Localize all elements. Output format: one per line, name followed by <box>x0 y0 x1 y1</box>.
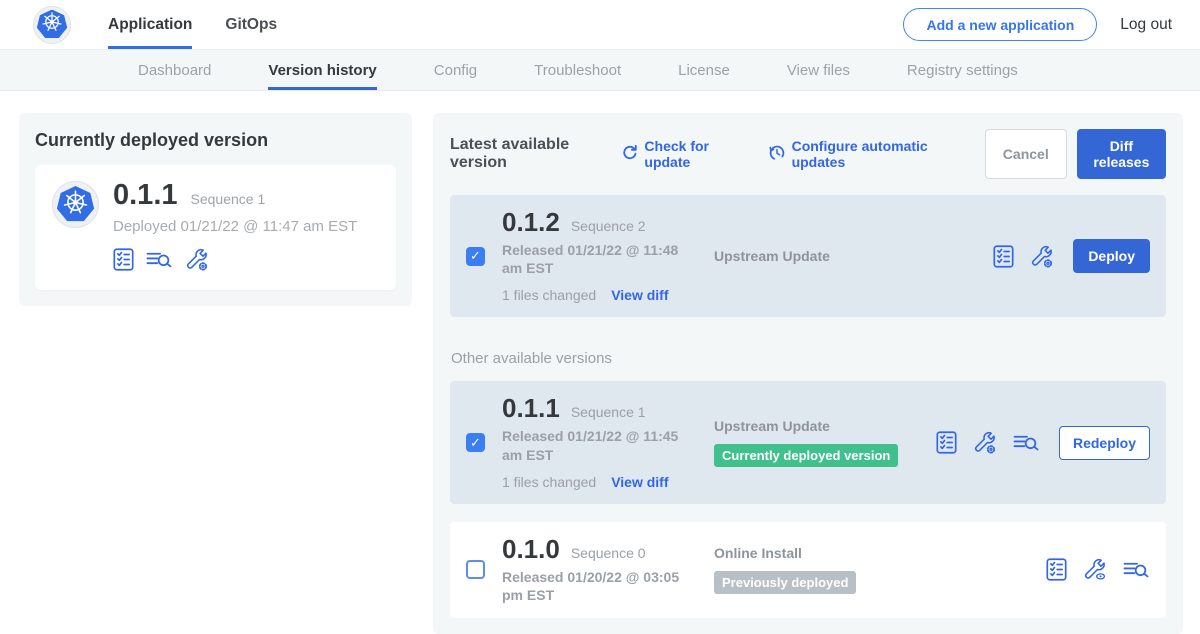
deployed-version-tile: 0.1.1 Sequence 1 Deployed 01/21/22 @ 11:… <box>35 165 396 290</box>
view-diff-link[interactable]: View diff <box>611 474 668 490</box>
version-row-0-1-0: 0.1.0 Sequence 0 Released 01/20/22 @ 03:… <box>450 522 1166 618</box>
currently-deployed-card: Currently deployed version <box>19 113 412 306</box>
source-label: Upstream Update <box>714 248 993 264</box>
deployed-version-info: 0.1.1 Sequence 1 Deployed 01/21/22 @ 11:… <box>113 181 357 272</box>
subnav-registry-settings[interactable]: Registry settings <box>907 50 1018 90</box>
preflight-checklist-icon[interactable] <box>113 248 134 271</box>
kubernetes-heptagon <box>37 10 68 40</box>
kots-admin-console: Application GitOps Add a new application… <box>0 0 1200 634</box>
version-row-0-1-2: 0.1.2 Sequence 2 Released 01/21/22 @ 11:… <box>450 195 1166 317</box>
version-checkbox[interactable] <box>466 247 485 266</box>
version-actions <box>1046 557 1150 582</box>
add-new-application-button[interactable]: Add a new application <box>903 8 1097 41</box>
logout-link[interactable]: Log out <box>1120 16 1172 34</box>
version-actions: Redeploy <box>936 426 1150 460</box>
configure-automatic-updates-label: Configure automatic updates <box>792 138 960 170</box>
edit-config-icon[interactable] <box>1029 244 1054 269</box>
files-changed-label: 1 files changed <box>502 287 596 303</box>
released-timestamp: Released 01/21/22 @ 11:48 am EST <box>502 241 694 277</box>
cancel-button[interactable]: Cancel <box>985 129 1067 179</box>
top-nav: Application GitOps Add a new application… <box>0 0 1200 50</box>
latest-version-title: Latest available version <box>450 136 609 172</box>
header-actions: Cancel Diff releases <box>985 129 1166 179</box>
sequence-label: Sequence 2 <box>571 218 646 234</box>
currently-deployed-title: Currently deployed version <box>35 130 396 151</box>
other-versions-label: Other available versions <box>451 350 1166 367</box>
deploy-logs-icon[interactable] <box>145 249 173 270</box>
deploy-button[interactable]: Deploy <box>1073 239 1150 273</box>
preflight-checklist-icon[interactable] <box>936 431 957 454</box>
deployed-timestamp: Deployed 01/21/22 @ 11:47 am EST <box>113 218 357 235</box>
subnav-license[interactable]: License <box>678 50 730 90</box>
subnav-config[interactable]: Config <box>434 50 477 90</box>
version-source: Online Install Previously deployed <box>702 545 1046 594</box>
diff-releases-button[interactable]: Diff releases <box>1077 129 1166 179</box>
tab-gitops[interactable]: GitOps <box>225 0 277 49</box>
scheduled-update-icon <box>768 144 786 165</box>
topnav-right: Add a new application Log out <box>903 0 1172 49</box>
version-number: 0.1.0 <box>502 536 560 562</box>
source-label: Online Install <box>714 545 1046 561</box>
view-diff-link[interactable]: View diff <box>611 287 668 303</box>
version-history-panel: Latest available version Check for updat… <box>433 113 1183 634</box>
version-actions: Deploy <box>993 239 1150 273</box>
view-config-icon[interactable] <box>1082 557 1107 582</box>
preflight-checklist-icon[interactable] <box>993 245 1014 268</box>
kubernetes-wheel-icon <box>62 189 89 221</box>
files-changed-label: 1 files changed <box>502 474 596 490</box>
tab-application[interactable]: Application <box>108 0 192 49</box>
version-row-0-1-1: 0.1.1 Sequence 1 Released 01/21/22 @ 11:… <box>450 381 1166 503</box>
previously-deployed-badge: Previously deployed <box>714 571 856 594</box>
app-subnav: Dashboard Version history Config Trouble… <box>0 50 1200 91</box>
deployed-version-number: 0.1.1 <box>113 181 178 210</box>
preflight-checklist-icon[interactable] <box>1046 558 1067 581</box>
version-number: 0.1.1 <box>502 395 560 421</box>
check-for-update-label: Check for update <box>644 138 742 170</box>
subnav-version-history[interactable]: Version history <box>268 50 376 90</box>
edit-config-icon[interactable] <box>184 247 209 272</box>
version-source: Upstream Update <box>702 248 993 264</box>
refresh-icon <box>620 144 638 165</box>
app-logo <box>33 6 71 44</box>
version-checkbox[interactable] <box>466 560 485 579</box>
kubernetes-wheel-icon <box>41 11 63 38</box>
sequence-label: Sequence 1 <box>571 404 646 420</box>
kubernetes-logo-badge <box>33 6 71 44</box>
main-content: Currently deployed version <box>0 91 1200 634</box>
deployed-sequence-label: Sequence 1 <box>191 191 266 207</box>
top-tabs: Application GitOps <box>108 0 310 49</box>
source-label: Upstream Update <box>714 418 936 434</box>
check-for-update-link[interactable]: Check for update <box>620 138 742 170</box>
deploy-logs-icon[interactable] <box>1122 559 1150 580</box>
version-info: 0.1.2 Sequence 2 Released 01/21/22 @ 11:… <box>502 209 702 303</box>
latest-version-header: Latest available version Check for updat… <box>450 129 1166 179</box>
subnav-troubleshoot[interactable]: Troubleshoot <box>534 50 621 90</box>
kubernetes-logo-badge <box>52 181 99 228</box>
released-timestamp: Released 01/21/22 @ 11:45 am EST <box>502 427 694 463</box>
subnav-dashboard[interactable]: Dashboard <box>138 50 211 90</box>
redeploy-button[interactable]: Redeploy <box>1059 426 1150 460</box>
kubernetes-heptagon <box>57 186 95 223</box>
version-checkbox[interactable] <box>466 433 485 452</box>
version-info: 0.1.0 Sequence 0 Released 01/20/22 @ 03:… <box>502 536 702 604</box>
version-number: 0.1.2 <box>502 209 560 235</box>
edit-config-icon[interactable] <box>972 430 997 455</box>
configure-automatic-updates-link[interactable]: Configure automatic updates <box>768 138 960 170</box>
currently-deployed-badge: Currently deployed version <box>714 444 898 467</box>
sequence-label: Sequence 0 <box>571 545 646 561</box>
version-info: 0.1.1 Sequence 1 Released 01/21/22 @ 11:… <box>502 395 702 489</box>
deployed-action-icons <box>113 247 357 272</box>
version-source: Upstream Update Currently deployed versi… <box>702 418 936 467</box>
released-timestamp: Released 01/20/22 @ 03:05 pm EST <box>502 568 694 604</box>
subnav-view-files[interactable]: View files <box>787 50 850 90</box>
deploy-logs-icon[interactable] <box>1012 432 1040 453</box>
